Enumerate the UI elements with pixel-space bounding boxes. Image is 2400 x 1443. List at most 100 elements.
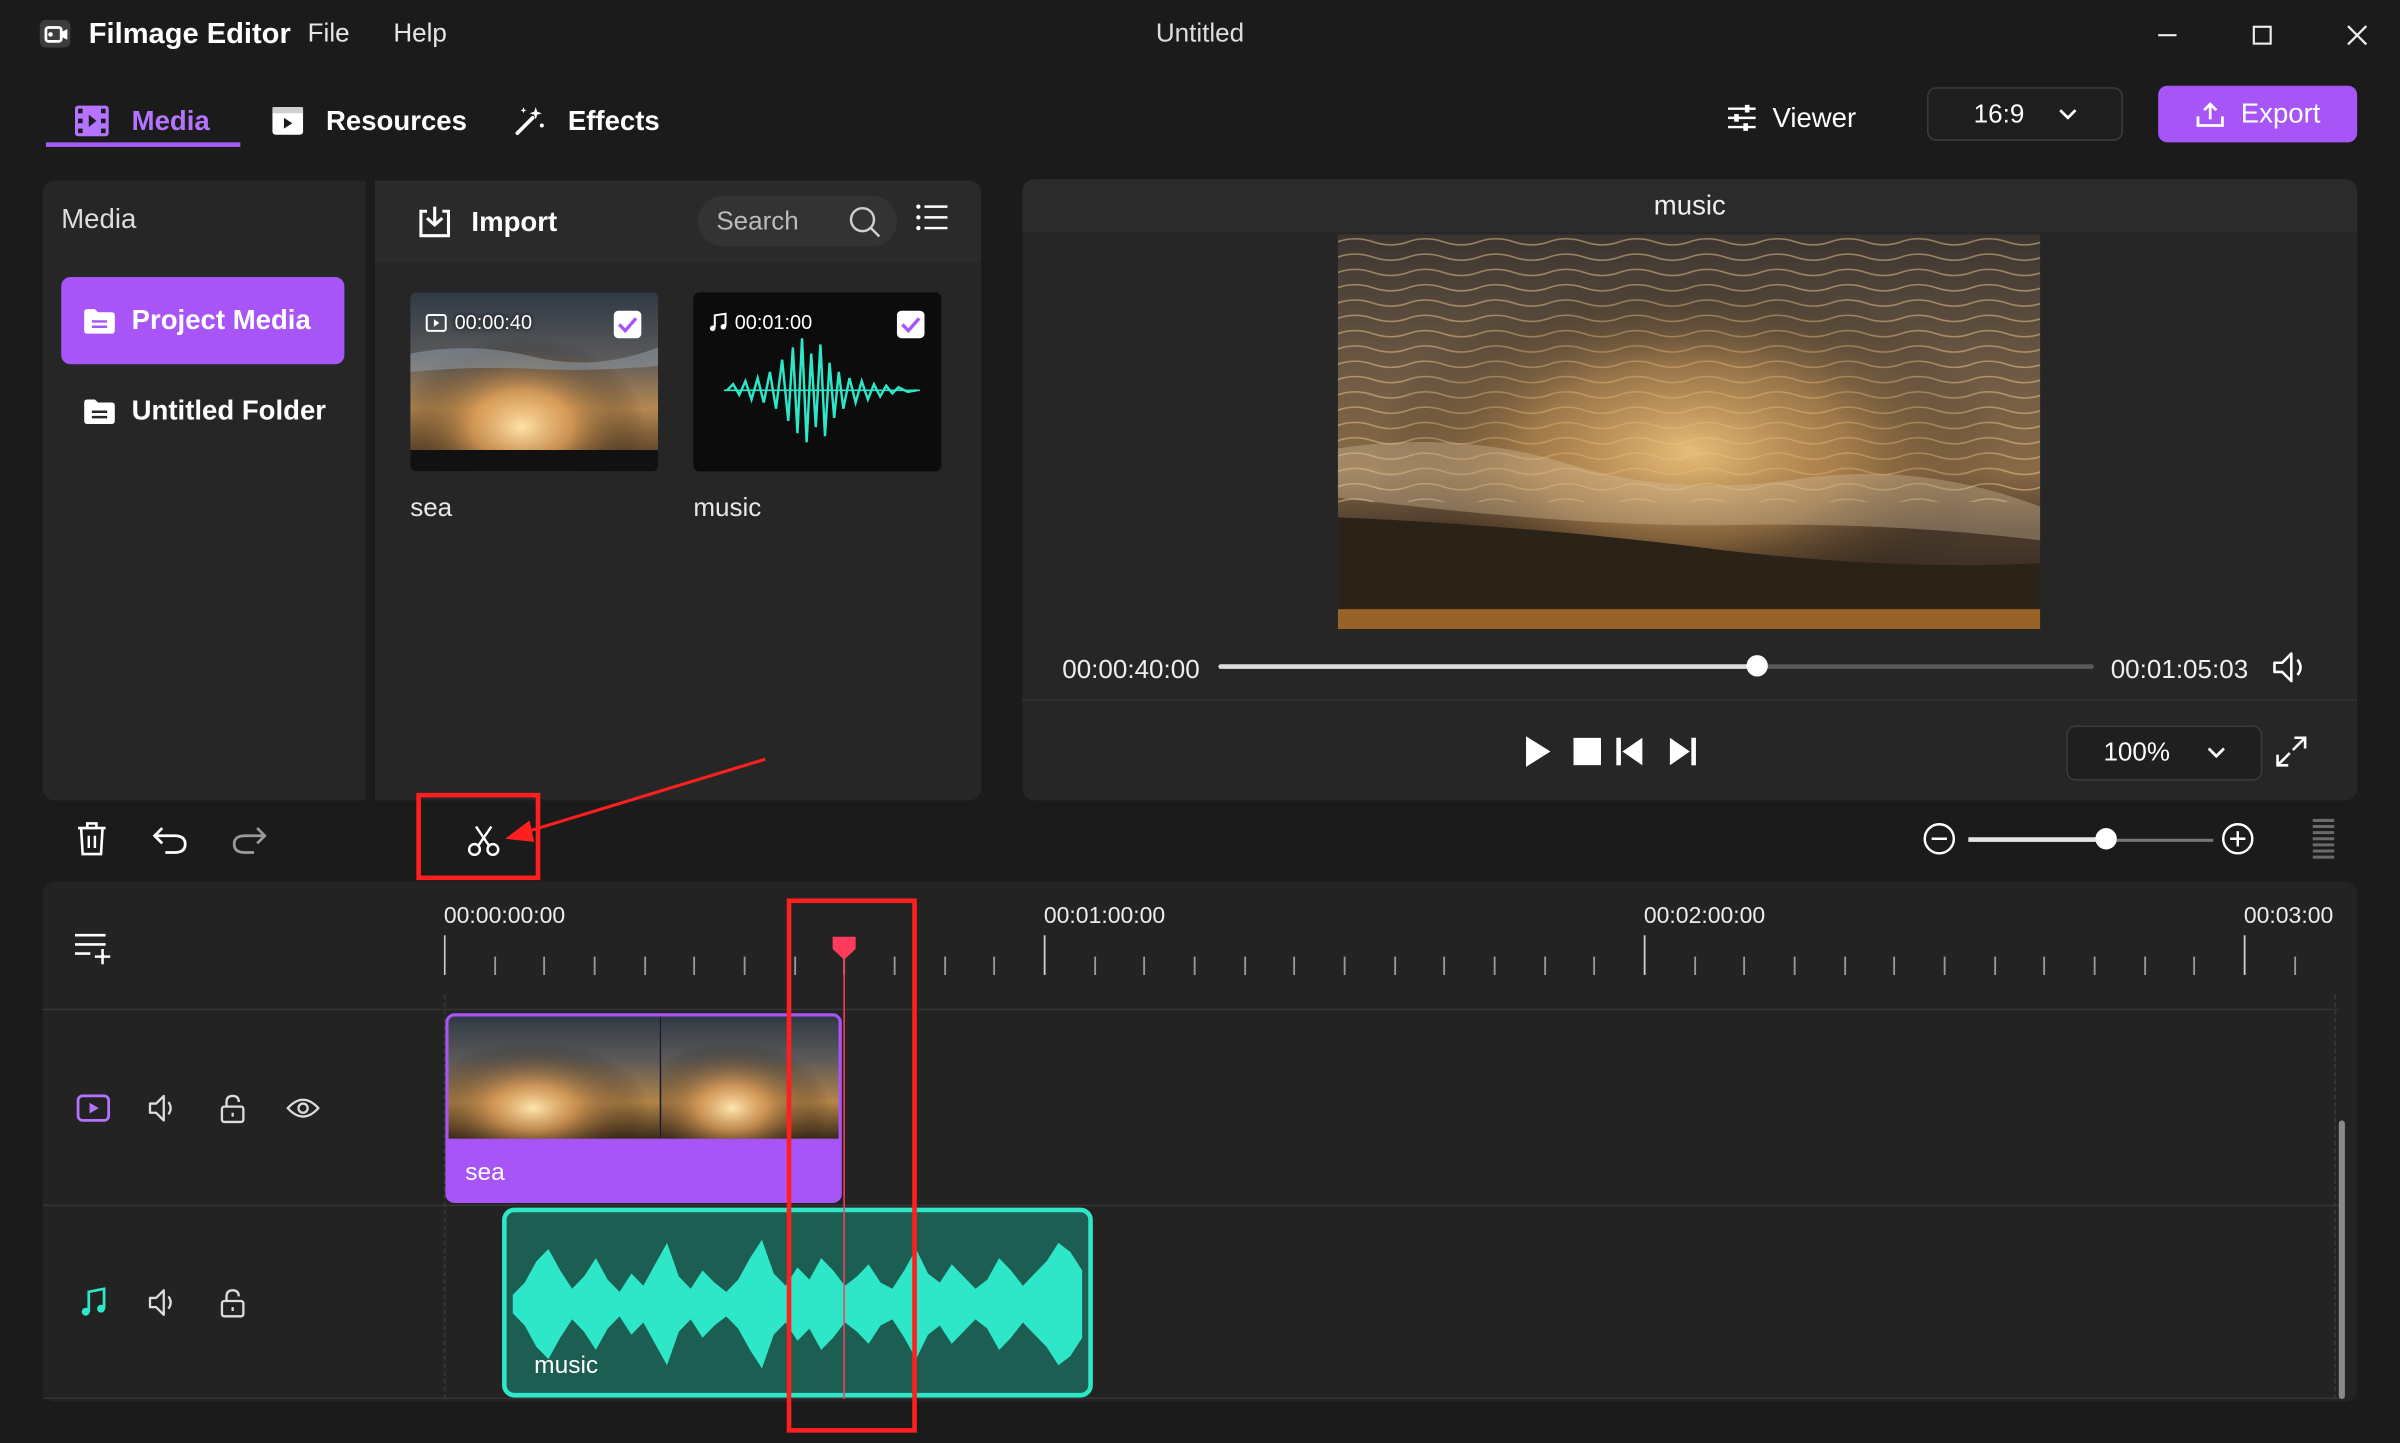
delete-button[interactable] [69,817,115,860]
film-icon [74,105,109,137]
maximize-button[interactable] [2232,12,2293,58]
video-track-icon [75,1090,112,1127]
search-placeholder: Search [716,205,799,235]
volume-button[interactable] [2271,649,2311,686]
add-track-button[interactable] [73,931,113,968]
stop-icon [1573,737,1602,766]
clip-label: sea [465,1160,505,1187]
active-tab-indicator [45,142,241,147]
current-time: 00:00:40:00 [1062,655,1200,685]
video-track-visibility-button[interactable] [285,1090,322,1127]
track-divider [42,1397,2339,1399]
media-item-sea[interactable]: 00:00:40 [410,292,659,472]
search-input[interactable]: Search [697,195,897,247]
list-view-button[interactable] [915,204,949,232]
sidebar-item-project-media[interactable]: Project Media [61,277,345,365]
timeline-zoom-fill [1968,837,2106,842]
viewer-button[interactable]: Viewer [1727,95,1857,141]
media-sidebar [42,180,366,801]
check-icon [617,317,638,334]
magic-wand-icon [515,107,544,135]
redo-icon [232,827,267,854]
selected-checkbox[interactable] [896,310,925,339]
app-logo-icon [37,15,74,52]
clip-filmstrip [448,1016,839,1139]
tab-resources-label: Resources [326,104,467,136]
timeline-grip[interactable] [2310,817,2338,863]
video-preview[interactable] [1337,234,2041,630]
media-item-name: sea [410,492,453,522]
timeline-zoom-handle[interactable] [2094,828,2117,850]
tab-resources[interactable]: Resources [271,95,467,147]
menu-help[interactable]: Help [393,18,447,49]
video-type-icon [425,313,447,332]
sidebar-title: Media [61,203,137,235]
sidebar-item-untitled-folder[interactable]: Untitled Folder [61,367,344,454]
audio-track-icon [75,1284,112,1321]
speaker-icon [148,1094,172,1122]
aspect-ratio-value: 16:9 [1973,98,2025,128]
expand-icon [2276,736,2307,767]
track-divider [42,1008,2339,1011]
playback-progress-fill [1218,664,1757,669]
tab-effects-label: Effects [567,104,660,136]
chevron-down-icon [2058,108,2076,120]
app-name: Filmage Editor [88,18,291,51]
previous-frame-button[interactable] [1615,736,1649,767]
minimize-icon [2158,34,2177,37]
export-button[interactable]: Export [2158,85,2358,143]
undo-button[interactable] [147,817,193,860]
duration-text: 00:00:40 [454,310,533,334]
audio-track-lock-button[interactable] [214,1284,251,1321]
folder-icon [84,308,115,333]
viewer-button-label: Viewer [1772,101,1857,133]
next-frame-button[interactable] [1664,736,1698,767]
upload-icon [2196,101,2224,127]
aspect-ratio-select[interactable]: 16:9 [1927,87,2123,141]
total-duration: 00:01:05:03 [2110,655,2249,685]
audio-track-mute-button[interactable] [145,1284,182,1321]
tab-media-label: Media [131,104,210,136]
import-button[interactable]: Import [416,199,557,245]
tab-media[interactable]: Media [73,95,210,147]
play-button[interactable] [1521,735,1555,769]
speaker-icon [148,1289,172,1316]
search-icon[interactable] [848,204,882,238]
list-icon [916,204,948,231]
zoom-in-button[interactable] [2221,822,2255,856]
annotation-highlight-playhead [786,898,917,1433]
time-ruler[interactable] [443,895,2336,994]
maximize-icon [2252,25,2272,45]
track-divider [42,1204,2339,1207]
timeline-vertical-scrollbar[interactable] [2338,1120,2345,1399]
check-icon [901,317,921,334]
music-note-icon [709,312,727,332]
export-button-label: Export [2240,97,2321,129]
video-track-mute-button[interactable] [145,1090,182,1127]
video-clip-sea[interactable]: sea [445,1013,842,1204]
import-label: Import [471,205,558,237]
preview-zoom-select[interactable]: 100% [2066,725,2263,781]
media-item-music[interactable]: 00:01:00 [693,292,942,472]
sliders-icon [1728,104,1756,131]
import-icon [419,206,450,238]
selected-checkbox[interactable] [613,310,642,339]
filmage-editor-window: Filmage Editor File Help Untitled Media … [0,0,2400,1443]
fullscreen-button[interactable] [2274,735,2308,769]
video-track-lock-button[interactable] [214,1090,251,1127]
minimize-button[interactable] [2137,12,2198,58]
menu-file[interactable]: File [308,18,350,49]
tab-effects[interactable]: Effects [513,95,660,147]
close-button[interactable] [2327,12,2388,58]
viewer-title: music [1022,179,2358,233]
play-icon [1526,736,1551,767]
timeline-end-marker [2334,994,2337,1399]
zoom-out-button[interactable] [1922,822,1956,856]
stop-button[interactable] [1573,737,1602,766]
title-bar [0,0,2400,71]
redo-button[interactable] [227,817,273,860]
lock-icon [220,1289,245,1318]
grip-icon [2312,818,2335,859]
playback-progress-handle[interactable] [1746,655,1768,677]
sidebar-item-label: Project Media [131,304,311,336]
